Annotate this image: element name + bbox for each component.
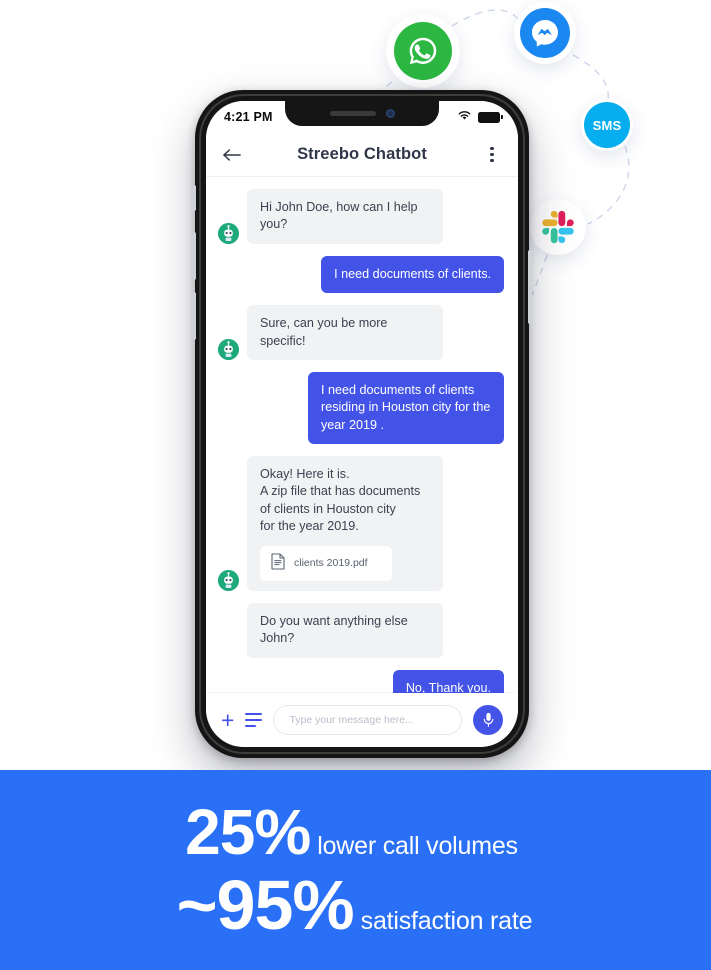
hero-section: SMS 4:21 PM Streebo Chatbot Hi John Doe,… <box>0 0 711 770</box>
chat-bubble-text: Okay! Here it is. A zip file that has do… <box>260 467 421 534</box>
stats-banner: 25% lower call volumes ~95% satisfaction… <box>0 770 711 970</box>
phone-power-button[interactable] <box>528 250 532 324</box>
chat-bubble-text: Do you want anything else John? <box>247 602 443 658</box>
slack-icon <box>536 205 580 249</box>
channel-whatsapp[interactable] <box>386 14 460 88</box>
chat-bubble-text: I need documents of clients. <box>321 255 504 294</box>
chat-message-user: I need documents of clients residing in … <box>218 371 504 444</box>
phone-silent-switch[interactable] <box>192 185 196 211</box>
phone-volume-up-button[interactable] <box>192 232 196 280</box>
stat-number: 25% <box>185 796 311 868</box>
wifi-icon <box>457 108 472 126</box>
stat-number: ~95% <box>176 866 355 944</box>
status-bar: 4:21 PM <box>206 101 518 133</box>
bot-avatar <box>218 569 239 591</box>
sms-label: SMS <box>592 117 622 133</box>
sms-icon: SMS <box>584 102 630 148</box>
bot-avatar <box>218 338 239 360</box>
chat-message-bot: Do you want anything else John? <box>218 602 504 658</box>
document-icon <box>271 552 285 574</box>
chat-message-user: I need documents of clients. <box>218 255 504 294</box>
chat-header: Streebo Chatbot <box>206 133 518 177</box>
stat-label: satisfaction rate <box>360 907 533 935</box>
message-input-bar: + <box>206 693 518 747</box>
chat-message-list[interactable]: Hi John Doe, how can I help you? I need … <box>206 177 518 697</box>
channel-sms[interactable]: SMS <box>581 99 633 151</box>
channel-slack[interactable] <box>530 199 586 255</box>
list-lines-icon[interactable] <box>245 713 263 727</box>
phone-volume-down-button[interactable] <box>192 292 196 340</box>
bot-avatar <box>218 222 239 244</box>
file-attachment-chip[interactable]: clients 2019.pdf <box>260 545 392 581</box>
message-input[interactable] <box>273 705 462 735</box>
stat-item: 25% lower call volumes <box>0 800 711 864</box>
phone-mockup: 4:21 PM Streebo Chatbot Hi John Doe, how… <box>192 90 532 758</box>
stat-label: lower call volumes <box>317 832 518 860</box>
phone-screen: 4:21 PM Streebo Chatbot Hi John Doe, how… <box>206 101 518 747</box>
chat-message-bot: Hi John Doe, how can I help you? <box>218 189 504 244</box>
stat-item: ~95% satisfaction rate <box>0 870 711 940</box>
file-name: clients 2019.pdf <box>294 557 368 569</box>
battery-icon <box>478 111 503 123</box>
chat-bubble-text: I need documents of clients residing in … <box>308 371 504 444</box>
plus-icon[interactable]: + <box>221 708 234 732</box>
more-vertical-icon[interactable] <box>482 146 502 163</box>
front-camera-icon <box>385 109 395 118</box>
page-title: Streebo Chatbot <box>297 145 427 163</box>
chat-message-bot-attachment: Okay! Here it is. A zip file that has do… <box>218 456 504 591</box>
phone-notch <box>285 101 439 126</box>
chat-bubble-text: Hi John Doe, how can I help you? <box>247 189 443 244</box>
messenger-icon <box>520 8 570 58</box>
channel-messenger[interactable] <box>514 2 576 64</box>
microphone-icon[interactable] <box>473 705 503 735</box>
whatsapp-icon <box>394 22 452 80</box>
status-bar-time: 4:21 PM <box>224 110 273 124</box>
chat-bubble-attachment: Okay! Here it is. A zip file that has do… <box>247 456 443 591</box>
back-arrow-icon[interactable] <box>222 148 242 162</box>
earpiece-speaker <box>329 111 376 116</box>
chat-bubble-text: Sure, can you be more specific! <box>247 305 443 360</box>
chat-message-bot: Sure, can you be more specific! <box>218 305 504 360</box>
